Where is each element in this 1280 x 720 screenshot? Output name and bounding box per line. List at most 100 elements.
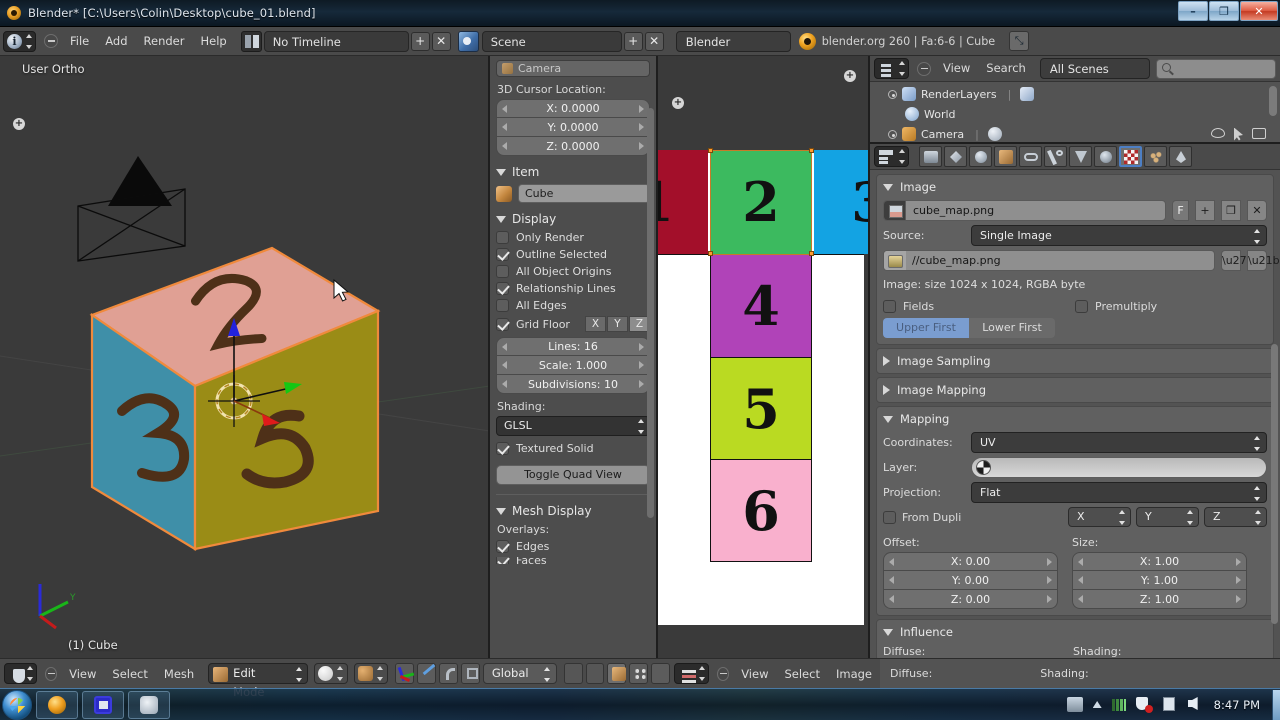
uv-vertex[interactable] xyxy=(708,148,713,153)
outliner-scope-dropdown[interactable]: All Scenes xyxy=(1039,58,1150,79)
image-mapping-panel[interactable]: Image Mapping xyxy=(876,377,1274,403)
properties-tab-particles[interactable] xyxy=(1144,146,1167,167)
cursor-selectable-icon[interactable] xyxy=(1234,127,1243,141)
check-outline-selected[interactable]: Outline Selected xyxy=(496,248,650,261)
taskbar-item-blender[interactable] xyxy=(36,690,78,719)
toggle-quad-view-button[interactable]: Toggle Quad View xyxy=(496,465,650,485)
proportional-edit-button[interactable] xyxy=(563,663,583,684)
layer-field[interactable] xyxy=(971,457,1267,478)
field-order-upper-first[interactable]: Upper First xyxy=(883,318,969,338)
outliner-menu-search[interactable]: Search xyxy=(978,56,1034,81)
check-textured-solid[interactable]: Textured Solid xyxy=(496,442,650,455)
screen-layout-icon[interactable] xyxy=(240,30,262,52)
interaction-mode-dropdown[interactable]: Edit Mode xyxy=(208,663,309,699)
check-relationship-lines[interactable]: Relationship Lines xyxy=(496,282,650,295)
offset-z-field[interactable]: Z: 0.00 xyxy=(883,590,1058,609)
premultiply-check[interactable]: Premultiply xyxy=(1075,300,1267,313)
field-order-lower-first[interactable]: Lower First xyxy=(969,318,1055,338)
outliner-row-camera[interactable]: Camera | xyxy=(888,124,1280,142)
screen-add-button[interactable]: + xyxy=(410,31,430,51)
npanel-scrollbar[interactable] xyxy=(647,108,654,518)
volume-icon[interactable] xyxy=(1187,697,1204,712)
check-all-edges[interactable]: All Edges xyxy=(496,299,650,312)
properties-tab-material[interactable] xyxy=(1094,146,1117,167)
check-only-render[interactable]: Only Render xyxy=(496,231,650,244)
offset-y-field[interactable]: Y: 0.00 xyxy=(883,571,1058,590)
projection-axis-z[interactable]: Z xyxy=(1204,507,1267,527)
hidden-geometry-button[interactable] xyxy=(651,663,670,684)
keyboard-icon[interactable] xyxy=(1066,697,1083,712)
taskbar-item-image-viewer[interactable] xyxy=(82,690,124,719)
outliner-search-input[interactable] xyxy=(1155,58,1276,79)
show-hidden-icon[interactable] xyxy=(1092,701,1102,708)
properties-tab-world[interactable] xyxy=(969,146,992,167)
properties-tab-physics[interactable] xyxy=(1169,146,1192,167)
properties-tab-modifiers[interactable] xyxy=(1044,146,1067,167)
scene-add-button[interactable]: + xyxy=(623,31,643,51)
display-section-header[interactable]: Display xyxy=(496,212,650,226)
scene-name-field[interactable]: Scene xyxy=(481,30,622,52)
snap-button[interactable] xyxy=(585,663,605,684)
check-overlay-edges[interactable]: Edges xyxy=(496,540,650,553)
projection-axis-x[interactable]: X xyxy=(1068,507,1131,527)
image-sampling-panel[interactable]: Image Sampling xyxy=(876,348,1274,374)
collapse-menu-icon[interactable] xyxy=(45,666,58,681)
outliner-row-world[interactable]: World xyxy=(888,104,1280,124)
fake-user-button[interactable]: F xyxy=(1172,200,1189,221)
network-icon[interactable] xyxy=(1111,698,1126,711)
uv-right-panel-expand-icon[interactable]: + xyxy=(844,70,856,82)
properties-scrollbar[interactable] xyxy=(1271,344,1278,624)
properties-tab-object[interactable] xyxy=(994,146,1017,167)
reload-image-button[interactable]: \u21bb xyxy=(1247,250,1280,271)
limit-selection-button[interactable] xyxy=(629,663,649,684)
screen-delete-button[interactable]: ✕ xyxy=(431,31,451,51)
grid-axis-x[interactable]: X xyxy=(585,316,606,332)
transform-orientation-dropdown[interactable]: Global xyxy=(482,663,557,684)
uv-image-editor[interactable]: + + 1 2 3 4 5 6 xyxy=(658,56,870,658)
minimize-button[interactable]: – xyxy=(1178,1,1208,21)
properties-tab-texture[interactable] xyxy=(1119,146,1142,167)
uv-vertex[interactable] xyxy=(809,251,814,256)
checkbox-icon[interactable] xyxy=(883,510,896,524)
coordinates-dropdown[interactable]: UV xyxy=(971,432,1267,453)
grid-lines-field[interactable]: Lines: 16 xyxy=(496,337,650,356)
uv-vertex[interactable] xyxy=(708,251,713,256)
menu-help[interactable]: Help xyxy=(192,27,234,55)
influence-panel-header[interactable]: Influence xyxy=(883,623,1267,641)
expand-icon[interactable] xyxy=(888,89,897,99)
taskbar-item-explorer[interactable] xyxy=(128,690,170,719)
expand-icon[interactable] xyxy=(888,129,897,139)
outliner-editor-type-selector[interactable] xyxy=(874,58,909,79)
menu-add[interactable]: Add xyxy=(97,27,135,55)
cursor-z-field[interactable]: Z: 0.0000 xyxy=(496,137,650,156)
screen-layout-field[interactable]: No Timeline xyxy=(263,30,409,52)
grid-axis-y[interactable]: Y xyxy=(607,316,628,332)
scene-icon[interactable] xyxy=(457,30,479,52)
grid-subdivisions-field[interactable]: Subdivisions: 10 xyxy=(496,375,650,394)
check-grid-floor[interactable]: Grid Floor X Y Z xyxy=(496,316,650,332)
properties-tab-render[interactable] xyxy=(919,146,942,167)
properties-tab-scene[interactable] xyxy=(944,146,967,167)
image-datablock-field[interactable]: cube_map.png xyxy=(883,200,1166,221)
scale-manipulator-button[interactable] xyxy=(461,663,480,684)
show-desktop-button[interactable] xyxy=(1272,689,1280,720)
image-path-field[interactable]: //cube_map.png xyxy=(883,250,1215,271)
properties-editor-type-selector[interactable] xyxy=(874,146,909,167)
renderlayer-sub-icon[interactable] xyxy=(1020,87,1035,101)
object-name-field[interactable]: Cube xyxy=(518,184,650,203)
rotate-manipulator-button[interactable] xyxy=(439,663,459,684)
uv-menu-select[interactable]: Select xyxy=(776,660,827,688)
cursor-x-field[interactable]: X: 0.0000 xyxy=(496,99,650,118)
start-button[interactable] xyxy=(2,689,32,720)
open-image-button[interactable]: ❐ xyxy=(1221,200,1241,221)
properties-tab-constraints[interactable] xyxy=(1019,146,1042,167)
action-center-icon[interactable] xyxy=(1162,697,1178,712)
outliner-row-renderlayers[interactable]: RenderLayers | xyxy=(888,84,1280,104)
uv-image-canvas[interactable]: 1 2 3 4 5 6 xyxy=(658,148,868,625)
eye-visibility-icon[interactable] xyxy=(1211,127,1225,138)
viewport-shading-selector[interactable] xyxy=(314,663,349,684)
render-engine-dropdown[interactable]: Blender Render xyxy=(675,30,791,69)
properties-tab-data[interactable] xyxy=(1069,146,1092,167)
security-icon[interactable] xyxy=(1135,697,1153,713)
uv-left-panel-expand-icon[interactable]: + xyxy=(672,97,684,109)
